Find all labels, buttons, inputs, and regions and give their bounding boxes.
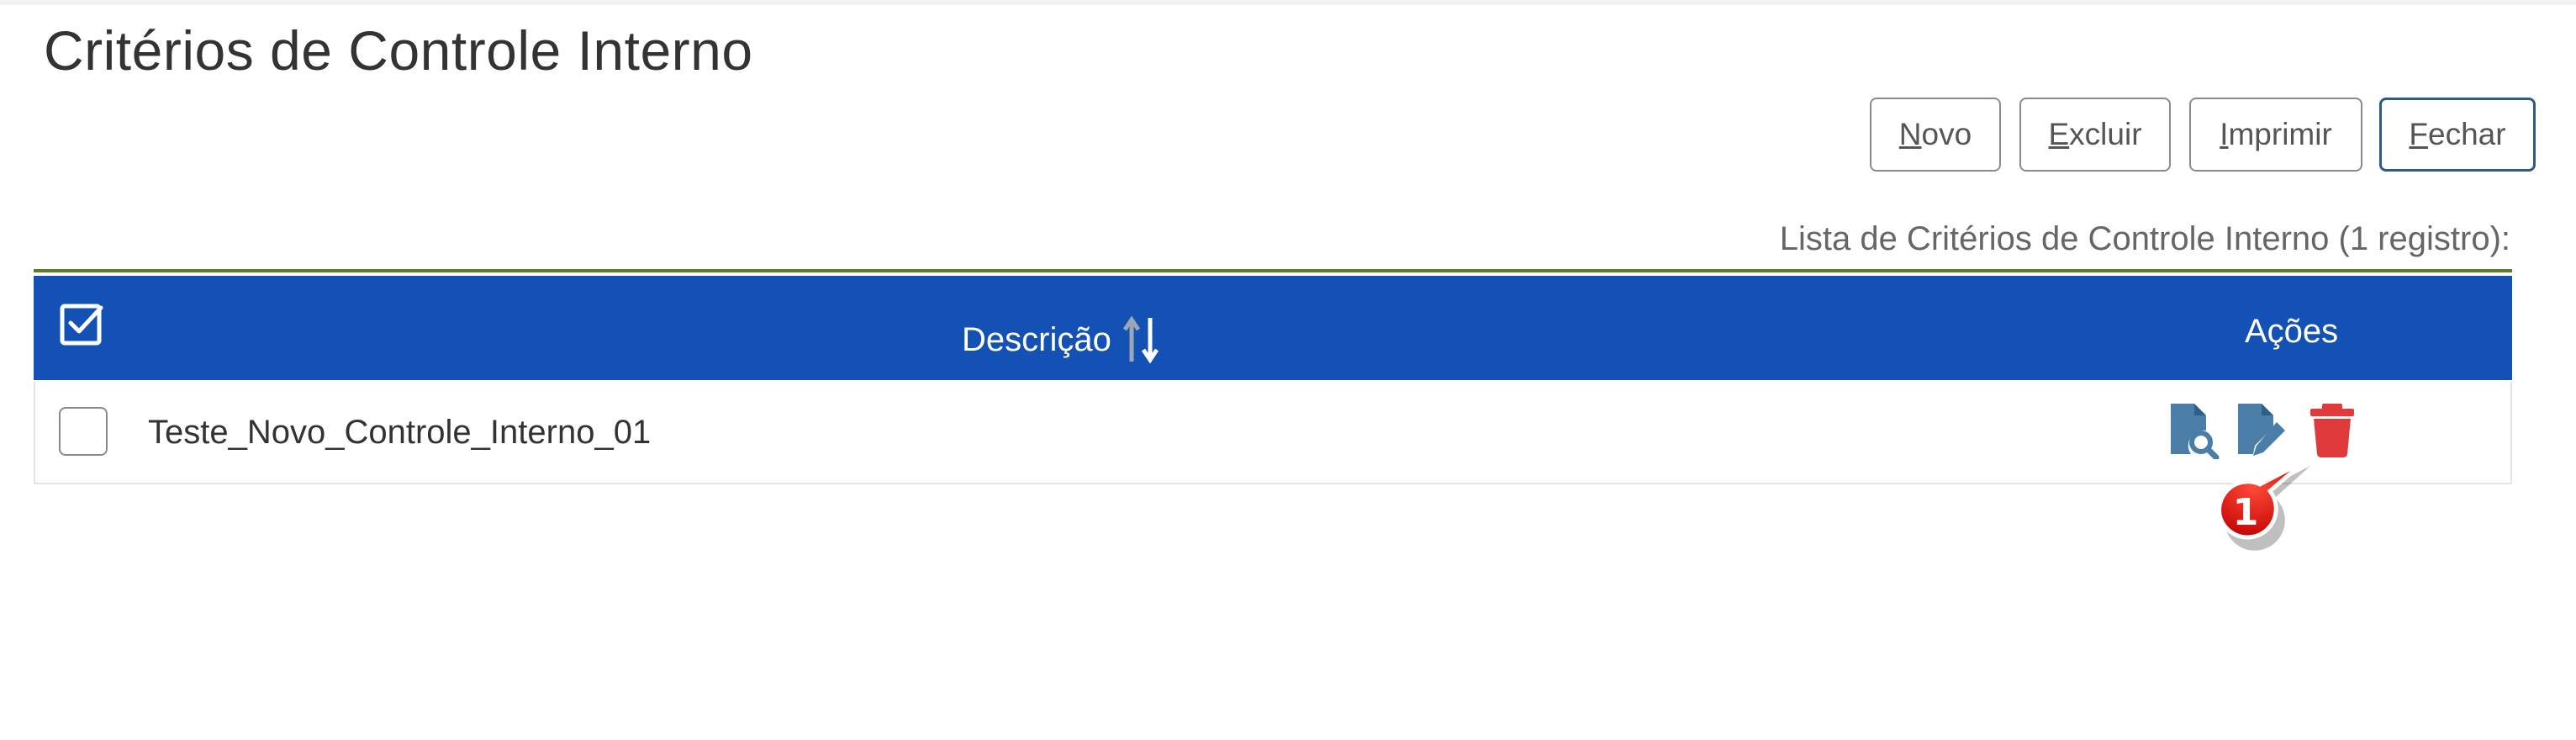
- fechar-label: echar: [2428, 117, 2506, 151]
- imprimir-button[interactable]: Imprimir: [2189, 98, 2362, 172]
- novo-button[interactable]: Novo: [1870, 98, 2001, 172]
- row-checkbox[interactable]: [59, 407, 108, 456]
- sort-icon[interactable]: [1120, 314, 1162, 365]
- row-descricao: Teste_Novo_Controle_Interno_01: [148, 414, 652, 451]
- select-all-checkbox-icon[interactable]: [59, 301, 106, 348]
- table-header: Descrição Ações: [34, 276, 2512, 380]
- page-title: Critérios de Controle Interno: [44, 19, 753, 82]
- column-header-acoes: Ações: [2245, 313, 2339, 350]
- imprimir-label: mprimir: [2228, 117, 2332, 151]
- excluir-label: xcluir: [2069, 117, 2142, 151]
- column-header-descricao[interactable]: Descrição: [962, 314, 1162, 365]
- list-caption: Lista de Critérios de Controle Interno (…: [1779, 220, 2510, 257]
- fechar-button[interactable]: Fechar: [2379, 98, 2536, 172]
- novo-access-key: N: [1898, 117, 1922, 151]
- column-header-descricao-label: Descrição: [962, 320, 1111, 358]
- callout-number: 1: [2232, 491, 2259, 534]
- excluir-access-key: E: [2048, 117, 2070, 151]
- fechar-access-key: F: [2409, 117, 2429, 151]
- imprimir-access-key: I: [2220, 117, 2229, 151]
- novo-label: ovo: [1921, 117, 1972, 151]
- table-top-rule: [34, 269, 2512, 272]
- criteria-table: Descrição Ações Teste_Novo_Controle_Inte…: [34, 269, 2512, 484]
- edit-document-icon[interactable]: [2233, 402, 2287, 459]
- top-border: [0, 0, 2576, 5]
- excluir-button[interactable]: Excluir: [2019, 98, 2171, 172]
- view-document-icon[interactable]: [2166, 402, 2220, 459]
- table-row: Teste_Novo_Controle_Interno_01: [34, 382, 2512, 484]
- trash-icon[interactable]: [2305, 402, 2359, 459]
